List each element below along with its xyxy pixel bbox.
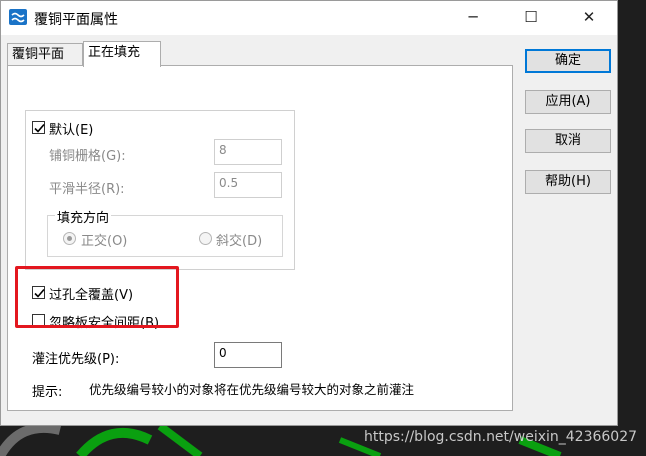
smooth-radius-label: 平滑半径(R): [49,182,125,197]
fill-direction-title: 填充方向 [55,207,112,226]
grid-label: 铺铜栅格(G): [49,149,126,164]
properties-dialog: 覆铜平面属性 ─ ☐ ✕ 覆铜平面 正在填充 默认(E) 铺铜栅格(G): 8 … [0,0,618,426]
title-bar[interactable]: 覆铜平面属性 ─ ☐ ✕ [1,1,617,35]
grid-input[interactable]: 8 [214,139,282,165]
default-checkbox-label[interactable]: 默认(E) [49,119,93,138]
radio-orthogonal-label[interactable]: 正交(O) [81,230,127,249]
cancel-button[interactable]: 取消 [525,129,611,153]
apply-button[interactable]: 应用(A) [525,90,611,114]
radio-diagonal[interactable] [199,232,212,245]
radio-orthogonal[interactable] [63,232,76,245]
radio-diagonal-label[interactable]: 斜交(D) [216,230,262,249]
maximize-icon[interactable]: ☐ [519,7,543,27]
priority-label: 灌注优先级(P): [32,352,120,367]
priority-input[interactable]: 0 [214,342,282,368]
watermark-text: https://blog.csdn.net/weixin_42366027 [364,429,638,445]
window-title: 覆铜平面属性 [34,12,118,28]
hint-label: 提示: [32,385,63,400]
tab-copper-plane[interactable]: 覆铜平面 [7,43,83,66]
red-highlight-box [15,266,179,328]
close-icon[interactable]: ✕ [577,7,601,27]
ok-button[interactable]: 确定 [525,49,611,73]
minimize-icon[interactable]: ─ [461,7,485,27]
hint-text: 优先级编号较小的对象将在优先级编号较大的对象之前灌注 [89,382,415,397]
app-icon [9,9,27,25]
default-checkbox[interactable] [32,121,45,134]
tab-filling[interactable]: 正在填充 [83,41,161,67]
help-button[interactable]: 帮助(H) [525,170,611,194]
smooth-radius-input[interactable]: 0.5 [214,172,282,198]
